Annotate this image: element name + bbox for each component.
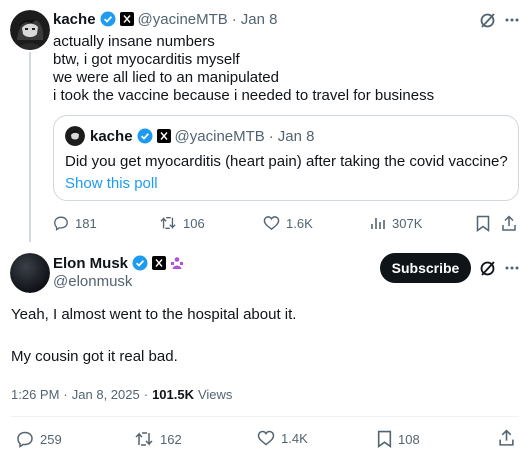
parent-text: actually insane numbers btw, i got myoca… <box>53 33 434 105</box>
verified-badge-icon <box>137 128 153 144</box>
quoted-tweet-card[interactable]: kache @yacineMTB · Jan 8 Did you get myo… <box>53 115 519 201</box>
x-affiliate-icon <box>119 12 134 26</box>
quote-handle: @yacineMTB <box>174 127 265 145</box>
share-icon[interactable] <box>498 429 515 447</box>
main-header: Elon Musk <box>53 254 184 272</box>
like-button[interactable]: 1.4K <box>257 430 308 446</box>
quote-avatar[interactable] <box>65 126 85 146</box>
reply-count: 259 <box>40 431 62 447</box>
views-count: 307K <box>392 215 423 231</box>
tweet-date[interactable]: Jan 8 <box>241 11 278 28</box>
parent-header: kache @yacineMTB · Jan 8 <box>53 10 278 28</box>
verified-badge-icon <box>100 11 116 27</box>
show-poll-link[interactable]: Show this poll <box>65 175 158 193</box>
author-name[interactable]: Elon Musk <box>53 255 128 272</box>
reply-icon <box>17 431 33 448</box>
repost-button[interactable]: 106 <box>159 215 205 231</box>
tweet-text-line: My cousin got it real bad. <box>11 348 178 365</box>
tweet-line: i took the vaccine because i needed to t… <box>53 87 435 104</box>
bookmark-icon <box>377 430 392 448</box>
heart-icon <box>257 430 275 446</box>
repost-icon <box>160 216 176 230</box>
tweet-text-line: Yeah, I almost went to the hospital abou… <box>11 306 297 323</box>
grok-icon[interactable] <box>479 259 497 277</box>
like-count: 1.6K <box>286 215 313 231</box>
more-options-icon[interactable] <box>504 260 520 276</box>
quote-header: kache @yacineMTB · Jan 8 <box>90 127 315 145</box>
elon-avatar[interactable] <box>10 253 50 293</box>
quote-text: Did you get myocarditis (heart pain) aft… <box>65 153 508 170</box>
tweet-date[interactable]: Jan 8, 2025 <box>72 387 140 402</box>
government-affiliation-icon <box>170 256 184 270</box>
tweet-line: btw, i got myocarditis myself <box>53 51 240 68</box>
thread-line <box>29 52 31 242</box>
separator-dot: · <box>63 387 68 402</box>
heart-icon <box>263 216 280 231</box>
repost-count: 162 <box>160 431 182 447</box>
repost-icon <box>135 432 153 446</box>
tweet-meta: 1:26 PM · Jan 8, 2025 · 101.5K Views <box>11 387 232 402</box>
verified-badge-icon <box>132 255 148 271</box>
views-button[interactable]: 307K <box>370 215 422 231</box>
quote-author-name: kache <box>90 127 133 145</box>
kache-avatar[interactable] <box>10 10 50 50</box>
tweet-time[interactable]: 1:26 PM <box>11 387 59 402</box>
bookmark-count: 108 <box>398 431 420 447</box>
bookmark-button[interactable]: 108 <box>377 430 420 448</box>
share-icon[interactable] <box>501 215 517 232</box>
separator-dot: · <box>231 10 237 28</box>
quote-date: Jan 8 <box>277 127 315 145</box>
tweet-line: actually insane numbers <box>53 33 215 50</box>
views-label: Views <box>197 387 233 402</box>
x-affiliate-icon <box>152 256 167 270</box>
reply-count: 181 <box>75 215 97 231</box>
divider <box>11 416 519 417</box>
author-name[interactable]: kache <box>53 11 96 28</box>
author-handle[interactable]: @yacineMTB <box>138 11 228 28</box>
views-chart-icon <box>371 218 385 229</box>
separator-dot: · <box>143 387 149 402</box>
bookmark-icon[interactable] <box>476 215 490 232</box>
repost-button[interactable]: 162 <box>134 430 182 448</box>
views-count: 101.5K <box>152 387 194 402</box>
grok-icon[interactable] <box>479 11 497 29</box>
separator-dot: · <box>268 127 274 145</box>
like-count: 1.4K <box>281 430 308 446</box>
reply-icon <box>54 216 68 231</box>
tweet-line: we were all lied to an manipulated <box>53 69 279 86</box>
repost-count: 106 <box>183 215 205 231</box>
reply-button[interactable]: 259 <box>16 430 62 448</box>
reply-button[interactable]: 181 <box>53 215 97 231</box>
subscribe-button[interactable]: Subscribe <box>380 253 471 283</box>
like-button[interactable]: 1.6K <box>263 215 313 231</box>
x-affiliate-icon <box>156 129 171 143</box>
author-handle[interactable]: @elonmusk <box>53 273 132 290</box>
more-options-icon[interactable] <box>504 12 520 28</box>
